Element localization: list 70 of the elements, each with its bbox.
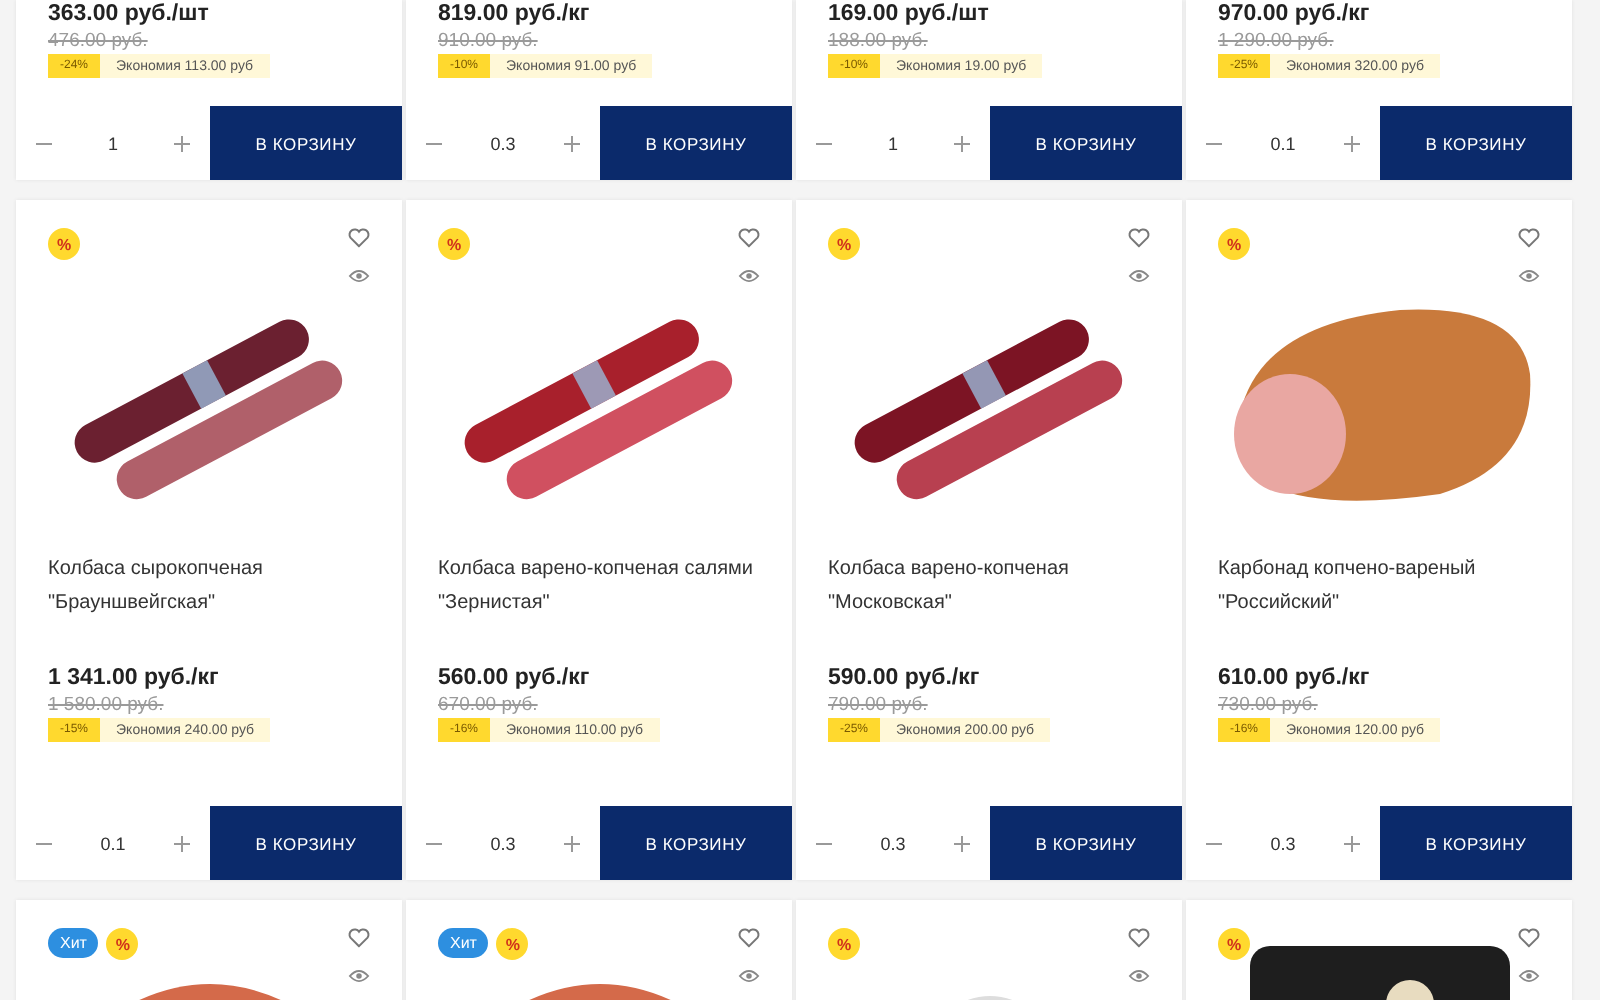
quantity-field[interactable]: 1 <box>887 133 898 153</box>
plus-icon[interactable] <box>173 135 190 151</box>
old-price: 730.00 руб. <box>1218 692 1320 718</box>
heart-icon[interactable] <box>348 928 370 948</box>
discount-badge: % <box>48 228 80 260</box>
old-price: 476.00 руб. <box>48 28 150 54</box>
plus-icon[interactable] <box>563 835 580 851</box>
price: 363.00 руб./шт <box>48 0 211 28</box>
discount-badge: % <box>1218 228 1250 260</box>
eye-icon[interactable] <box>1128 968 1150 984</box>
add-to-cart-button[interactable]: В КОРЗИНУ <box>600 106 792 180</box>
quantity-field[interactable]: 0.1 <box>100 833 126 853</box>
plus-icon[interactable] <box>563 135 580 151</box>
add-to-cart-button[interactable]: В КОРЗИНУ <box>990 106 1182 180</box>
add-to-cart-button[interactable]: В КОРЗИНУ <box>1380 106 1572 180</box>
discount-badge: % <box>438 228 470 260</box>
plus-icon[interactable] <box>1343 135 1360 151</box>
old-price: 188.00 руб. <box>828 28 930 54</box>
discount-badge: % <box>1218 928 1250 960</box>
quantity-field[interactable]: 1 <box>107 133 118 153</box>
eye-icon[interactable] <box>738 268 760 284</box>
price: 1 341.00 руб./кг <box>48 664 221 692</box>
hit-badge: Хит <box>48 928 99 958</box>
eye-icon[interactable] <box>1518 968 1540 984</box>
discount-badge: % <box>828 928 860 960</box>
price: 610.00 руб./кг <box>1218 664 1372 692</box>
quantity-field[interactable]: 0.3 <box>490 833 516 853</box>
plus-icon[interactable] <box>953 135 970 151</box>
quantity-field[interactable]: 0.3 <box>490 133 516 153</box>
eye-icon[interactable] <box>348 268 370 284</box>
quantity-field[interactable]: 0.3 <box>880 833 906 853</box>
product-name[interactable]: Колбаса варено-копченая "Московская" <box>828 552 1150 636</box>
product-name[interactable]: Колбаса сырокопченая "Брауншвейгская" <box>48 552 370 636</box>
old-price: 1 580.00 руб. <box>48 692 166 718</box>
old-price: 670.00 руб. <box>438 692 540 718</box>
add-to-cart-button[interactable]: В КОРЗИНУ <box>1380 806 1572 880</box>
heart-icon[interactable] <box>1518 928 1540 948</box>
add-to-cart-button[interactable]: В КОРЗИНУ <box>210 106 402 180</box>
price: 970.00 руб./кг <box>1218 0 1372 28</box>
price: 560.00 руб./кг <box>438 664 592 692</box>
add-to-cart-button[interactable]: В КОРЗИНУ <box>600 806 792 880</box>
eye-icon[interactable] <box>1128 268 1150 284</box>
discount-badge: % <box>828 228 860 260</box>
hit-badge: Хит <box>438 928 489 958</box>
discount-badge: % <box>106 928 139 960</box>
heart-icon[interactable] <box>1128 228 1150 248</box>
product-name[interactable]: Колбаса варено-копченая салями "Зернистая" <box>438 552 760 636</box>
add-to-cart-button[interactable]: В КОРЗИНУ <box>990 806 1182 880</box>
heart-icon[interactable] <box>1128 928 1150 948</box>
plus-icon[interactable] <box>1343 835 1360 851</box>
price: 819.00 руб./кг <box>438 0 592 28</box>
heart-icon[interactable] <box>738 928 760 948</box>
price: 169.00 руб./шт <box>828 0 991 28</box>
old-price: 1 290.00 руб. <box>1218 28 1336 54</box>
plus-icon[interactable] <box>173 835 190 851</box>
heart-icon[interactable] <box>348 228 370 248</box>
add-to-cart-button[interactable]: В КОРЗИНУ <box>210 806 402 880</box>
eye-icon[interactable] <box>348 968 370 984</box>
product-name[interactable]: Карбонад копчено-вареный "Российский" <box>1218 552 1540 636</box>
heart-icon[interactable] <box>1518 228 1540 248</box>
price: 590.00 руб./кг <box>828 664 982 692</box>
old-price: 910.00 руб. <box>438 28 540 54</box>
quantity-field[interactable]: 0.3 <box>1270 833 1296 853</box>
heart-icon[interactable] <box>738 228 760 248</box>
discount-badge: % <box>496 928 529 960</box>
quantity-field[interactable]: 0.1 <box>1270 133 1296 153</box>
eye-icon[interactable] <box>1518 268 1540 284</box>
old-price: 790.00 руб. <box>828 692 930 718</box>
plus-icon[interactable] <box>953 835 970 851</box>
eye-icon[interactable] <box>738 968 760 984</box>
